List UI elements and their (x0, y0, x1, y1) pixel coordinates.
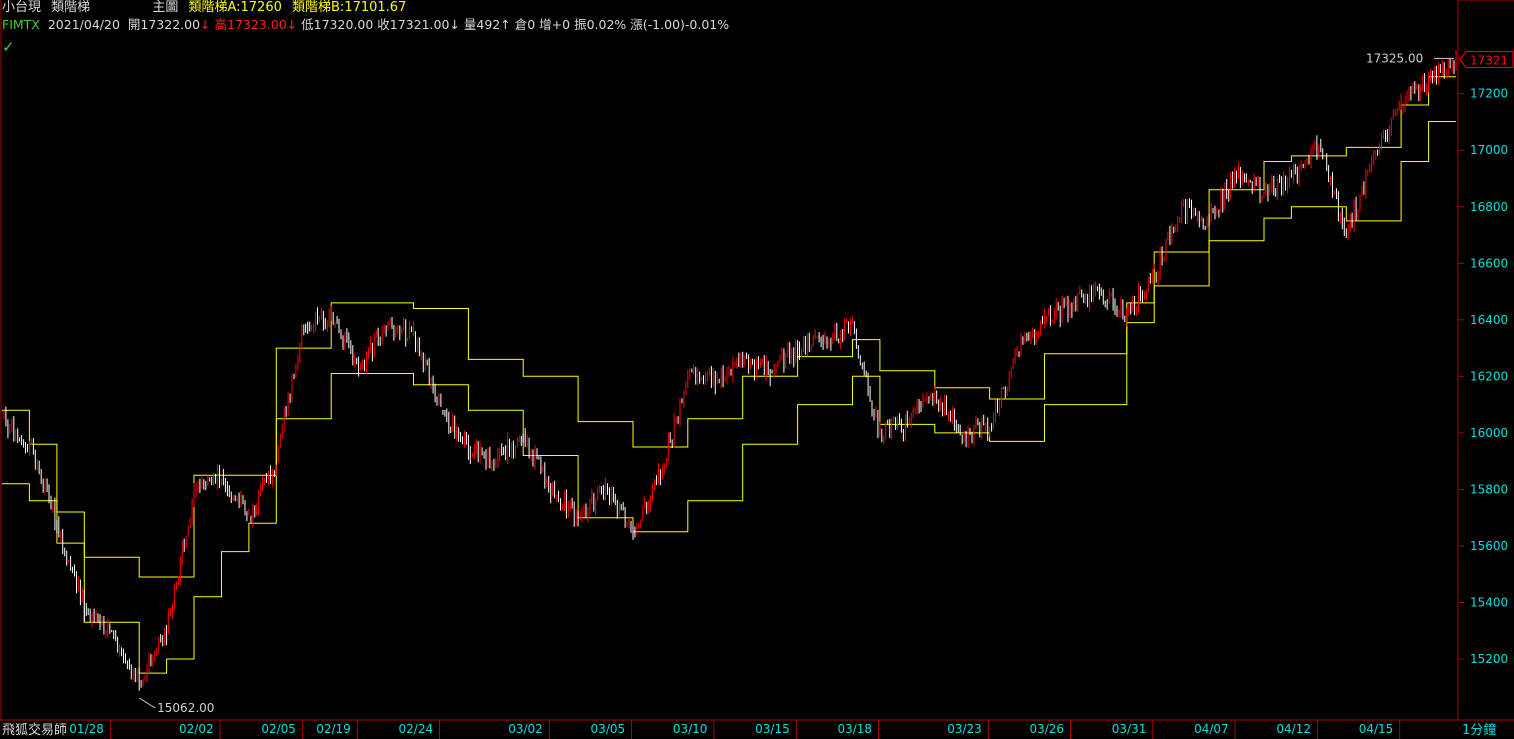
y-tick-label: 16600 (1470, 256, 1508, 270)
x-tick-label: 03/18 (837, 722, 872, 736)
x-tick-label: 03/10 (673, 722, 708, 736)
x-tick-label: 02/19 (316, 722, 351, 736)
brand-label: 飛狐交易師 (2, 723, 68, 738)
y-tick-label: 15600 (1470, 539, 1508, 553)
y-tick-label: 15400 (1470, 595, 1508, 609)
ladder-b-line (2, 121, 1456, 674)
y-tick-label: 15800 (1470, 482, 1508, 496)
x-tick-label: 03/02 (508, 722, 543, 736)
last-price-label: 17321 (1470, 54, 1508, 68)
x-tick-label: 03/26 (1029, 722, 1064, 736)
interval-selector[interactable]: 1分鐘 (1462, 719, 1514, 738)
x-tick-label: 02/05 (261, 722, 296, 736)
y-tick-label: 16200 (1470, 369, 1508, 383)
ladder-a-line (2, 76, 1456, 578)
y-tick-label: 16400 (1470, 313, 1508, 327)
x-tick-label: 03/23 (947, 722, 982, 736)
min-price-leader (138, 697, 156, 709)
annotation-layer: 17325.00 15062.00 17321 (138, 51, 1514, 715)
price-chart[interactable]: 15200 15400 15600 15800 16000 16200 16400 16600… (0, 0, 1514, 739)
x-tick-label: 03/15 (755, 722, 790, 736)
y-tick-label: 17000 (1470, 143, 1508, 157)
y-tick-layer: 15200 15400 15600 15800 16000 16200 16400 16600… (1458, 87, 1508, 666)
x-tick-layer: 01/28 02/02 02/05 02/19 02/24 03/02 03/05 03/10… (69, 720, 1401, 739)
x-tick-label: 02/02 (179, 722, 214, 736)
x-tick-label: 04/15 (1359, 722, 1394, 736)
y-tick-label: 15200 (1470, 652, 1508, 666)
x-tick-label: 02/24 (399, 722, 434, 736)
y-tick-label: 16800 (1470, 200, 1508, 214)
x-tick-label: 04/07 (1194, 722, 1229, 736)
y-tick-label: 16000 (1470, 426, 1508, 440)
axis-layer (0, 0, 1514, 721)
x-tick-label: 03/05 (591, 722, 626, 736)
x-tick-label: 01/28 (69, 722, 104, 736)
chart-window: { "header": { "title": "小台現", "indicator… (0, 0, 1514, 739)
x-tick-label: 04/12 (1276, 722, 1311, 736)
x-tick-label: 03/31 (1112, 722, 1147, 736)
max-price-label: 17325.00 (1366, 51, 1423, 65)
min-price-label: 15062.00 (157, 701, 214, 715)
y-tick-label: 17200 (1470, 87, 1508, 101)
